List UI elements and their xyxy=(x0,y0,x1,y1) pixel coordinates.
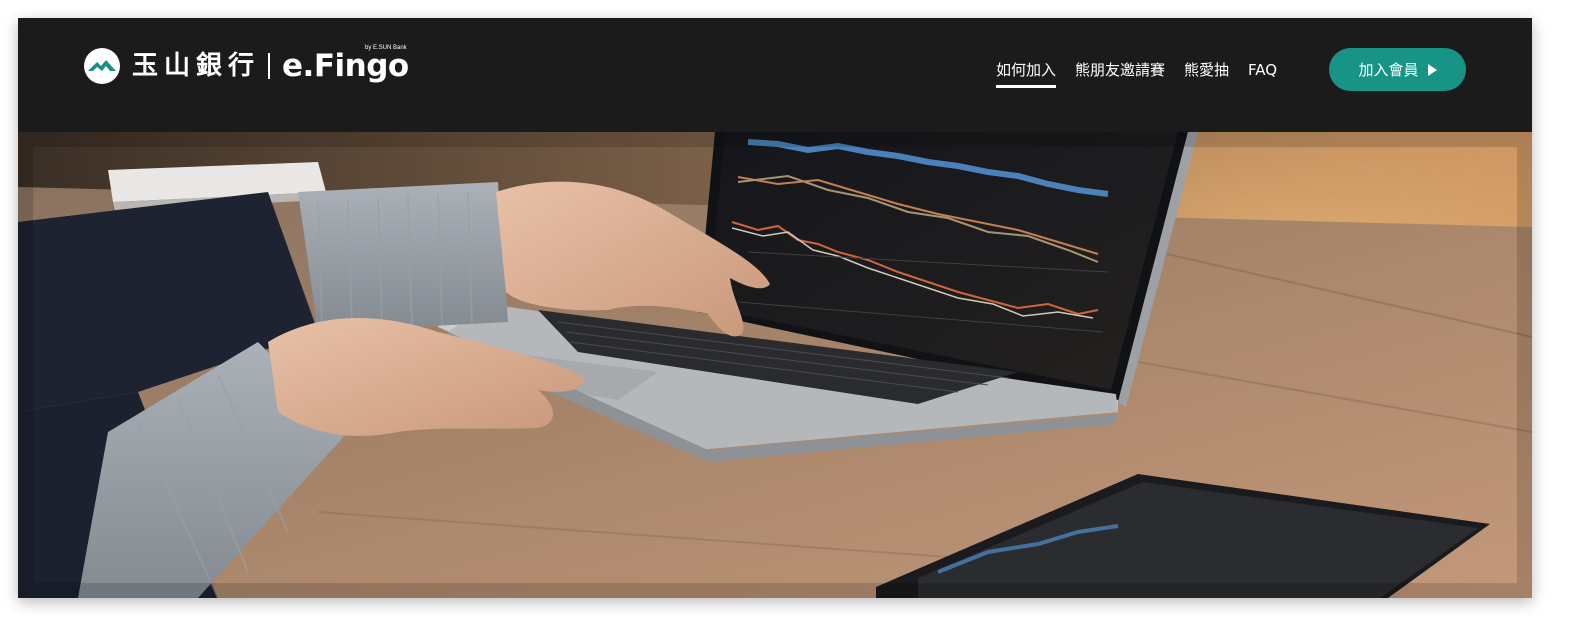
hero-illustration xyxy=(18,117,1532,598)
product-name: e.Fingo xyxy=(282,48,409,84)
page-frame: 玉山銀行 e.Fingo by E.SUN Bank 如何加入 熊朋友邀請賽 熊… xyxy=(18,18,1532,598)
nav-item-faq[interactable]: FAQ xyxy=(1248,60,1277,80)
brand-logo[interactable]: 玉山銀行 e.Fingo by E.SUN Bank xyxy=(84,45,409,84)
hero-image xyxy=(18,117,1532,598)
top-navbar: 玉山銀行 e.Fingo by E.SUN Bank 如何加入 熊朋友邀請賽 熊… xyxy=(18,18,1532,132)
product-logo: e.Fingo by E.SUN Bank xyxy=(282,45,409,84)
join-member-button[interactable]: 加入會員 xyxy=(1329,48,1466,91)
product-byline: by E.SUN Bank xyxy=(365,45,407,51)
main-nav: 如何加入 熊朋友邀請賽 熊愛抽 FAQ xyxy=(996,60,1296,88)
nav-item-how-to-join[interactable]: 如何加入 xyxy=(996,60,1057,88)
mountain-logo-icon xyxy=(84,48,120,84)
nav-item-friend-contest[interactable]: 熊朋友邀請賽 xyxy=(1075,60,1165,80)
join-member-label: 加入會員 xyxy=(1358,61,1419,79)
brand-name: 玉山銀行 xyxy=(132,51,261,81)
logo-divider xyxy=(268,53,271,79)
nav-item-bear-lottery[interactable]: 熊愛抽 xyxy=(1184,60,1229,80)
play-icon xyxy=(1427,63,1437,76)
